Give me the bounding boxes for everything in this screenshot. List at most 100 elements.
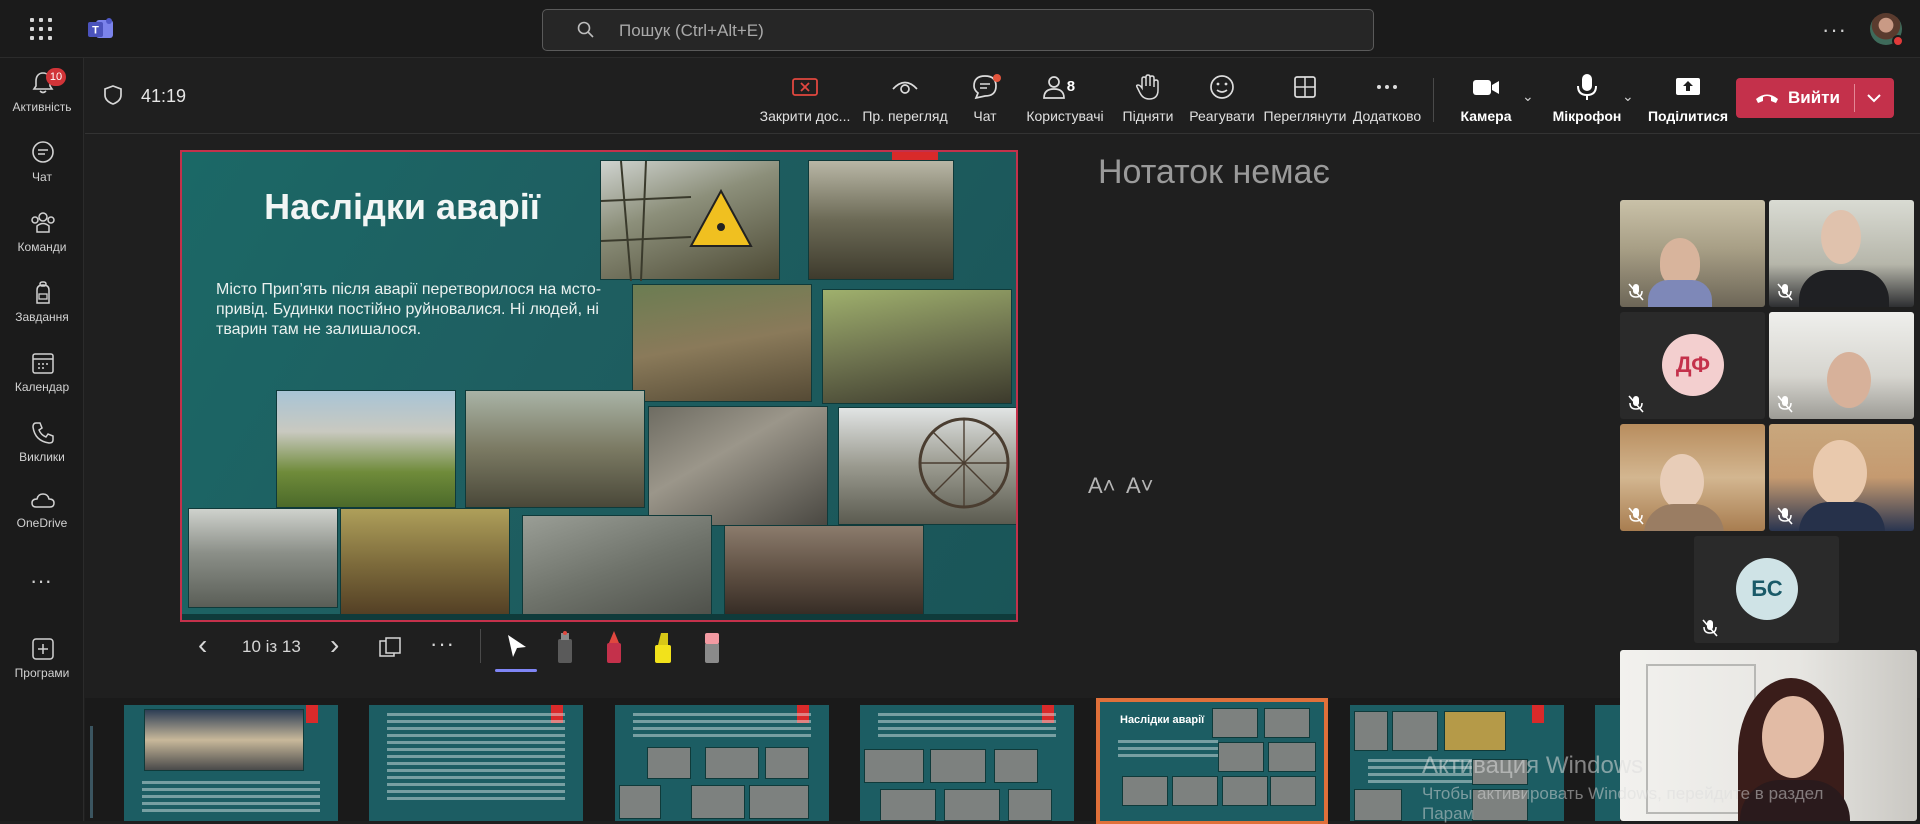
chat-unread-dot [993,74,1001,82]
thumbnail-accent [306,705,318,723]
rail-item-calls[interactable]: Виклики [0,410,84,474]
no-notes-text: Нотаток немає [1098,153,1330,191]
pen-tool-icon[interactable] [600,629,628,665]
search-bar[interactable]: Пошук (Ctrl+Alt+E) [542,9,1374,51]
slide-thumbnail-9[interactable] [860,705,1074,821]
rail-item-label: OneDrive [16,516,68,530]
thumbnail-photo [880,789,936,821]
camera-icon [1473,80,1499,95]
rail-item-assignments[interactable]: Завдання [0,270,84,334]
thumbnail-photo [1172,776,1218,806]
microphone-button[interactable]: Мікрофон [1547,72,1627,128]
thumbnail-photo [765,747,809,779]
share-button[interactable]: Поділитися [1645,72,1731,128]
rail-item-label: Чат [32,170,52,184]
more-actions-button[interactable]: Додатково [1347,72,1427,128]
participant-tile[interactable] [1769,200,1914,307]
rail-item-label: Виклики [19,450,65,464]
slide-more-icon[interactable]: ··· [430,631,455,657]
slide-body-text: Місто Прип’ять після аварії перетворилос… [216,281,602,338]
slide-photo [188,508,338,608]
participant-tile[interactable]: БС [1694,536,1839,643]
laser-pointer-icon[interactable] [551,629,579,665]
microphone-options-chevron-icon[interactable]: ⌄ [1622,88,1634,105]
rail-item-chat[interactable]: Чат [0,130,84,194]
slide-photo [340,508,510,620]
previous-slide-icon[interactable]: ‹ [198,629,207,661]
raise-hand-button[interactable]: Підняти [1115,72,1181,128]
participant-avatar-initials: БС [1736,558,1798,620]
camera-button[interactable]: Камера [1451,72,1521,128]
thumbnail-partial [90,726,93,818]
rail-item-apps[interactable]: Програми [0,626,84,690]
participant-tile[interactable] [1769,312,1914,419]
participant-tile[interactable]: ДФ [1620,312,1765,419]
react-button[interactable]: Реагувати [1185,72,1259,128]
rail-item-label: Завдання [15,310,69,324]
share-label: Поділитися [1647,108,1729,124]
thumbnail-photo [619,785,661,819]
thumbnail-accent [1532,705,1544,723]
presence-status-icon [1892,35,1904,47]
view-button[interactable]: Переглянути [1257,72,1353,128]
thumbnail-photo [1212,708,1258,738]
stop-sharing-button[interactable]: Закрити дос... [755,72,855,128]
thumbnail-photo [749,785,809,819]
participants-count: 8 [1066,78,1076,95]
slide-layout-icon[interactable] [378,636,402,660]
eraser-tool-icon[interactable] [698,629,726,665]
slide-thumbnail-10[interactable]: Наслідки аварії [1096,698,1328,824]
leave-meeting-button[interactable]: Вийти [1736,78,1894,118]
slide-thumbnail-7[interactable] [369,705,583,821]
thumbnail-text [1118,740,1218,761]
slide-thumbnail-6[interactable] [124,705,338,821]
more-icon [1377,85,1397,89]
thumbnail-text [878,713,1056,741]
mic-muted-icon [1777,395,1793,413]
slide-thumbnail-8[interactable] [615,705,829,821]
rail-item-onedrive[interactable]: OneDrive [0,478,84,542]
slide-accent [892,152,938,160]
mic-muted-icon [1628,395,1644,413]
leave-main[interactable]: Вийти [1736,78,1854,118]
chat-button[interactable]: Чат [955,72,1015,128]
thumbnail-photo [864,749,924,783]
profile-avatar[interactable] [1870,13,1904,47]
leave-options-button[interactable] [1854,78,1894,118]
participant-tile[interactable] [1620,200,1765,307]
slide-photo [600,160,780,282]
rail-item-activity[interactable]: 10 Активність [0,60,84,124]
highlighter-tool-icon[interactable] [649,629,677,665]
participant-avatar-initials: ДФ [1662,334,1724,396]
search-icon [577,21,594,38]
rail-item-calendar[interactable]: Календар [0,340,84,404]
preview-button[interactable]: Пр. перегляд [860,72,950,128]
hand-icon [1135,74,1159,100]
cloud-icon [31,493,55,508]
app-launcher-icon[interactable] [30,18,52,40]
rail-item-teams[interactable]: Команди [0,200,84,264]
teams-logo-icon: T [88,18,113,38]
more-label: Додатково [1352,108,1422,124]
slide-photo [465,390,645,508]
slide-photo [724,525,924,620]
settings-more-icon[interactable]: ··· [1822,17,1847,43]
slide-photo [632,284,812,402]
thumbnail-photo [944,789,1000,821]
backpack-icon [36,281,50,304]
thumbnail-text [387,713,565,804]
increase-font-button[interactable]: A˄ [1088,473,1116,499]
microphone-label: Мікрофон [1552,108,1622,124]
decrease-font-button[interactable]: A˅ [1126,473,1154,499]
participant-tile[interactable] [1769,424,1914,531]
camera-options-chevron-icon[interactable]: ⌄ [1522,88,1534,105]
thumbnail-title: Наслідки аварії [1120,714,1205,726]
participants-button[interactable]: 8 Користувачі [1020,72,1110,128]
pointer-tool-icon[interactable] [502,629,530,665]
slide-nav-divider [480,629,481,663]
more-apps-icon[interactable]: ··· [30,568,52,594]
activity-badge: 10 [46,68,66,86]
next-slide-icon[interactable]: › [330,629,339,661]
participant-tile[interactable] [1620,424,1765,531]
thumbnail-photo [647,747,691,779]
